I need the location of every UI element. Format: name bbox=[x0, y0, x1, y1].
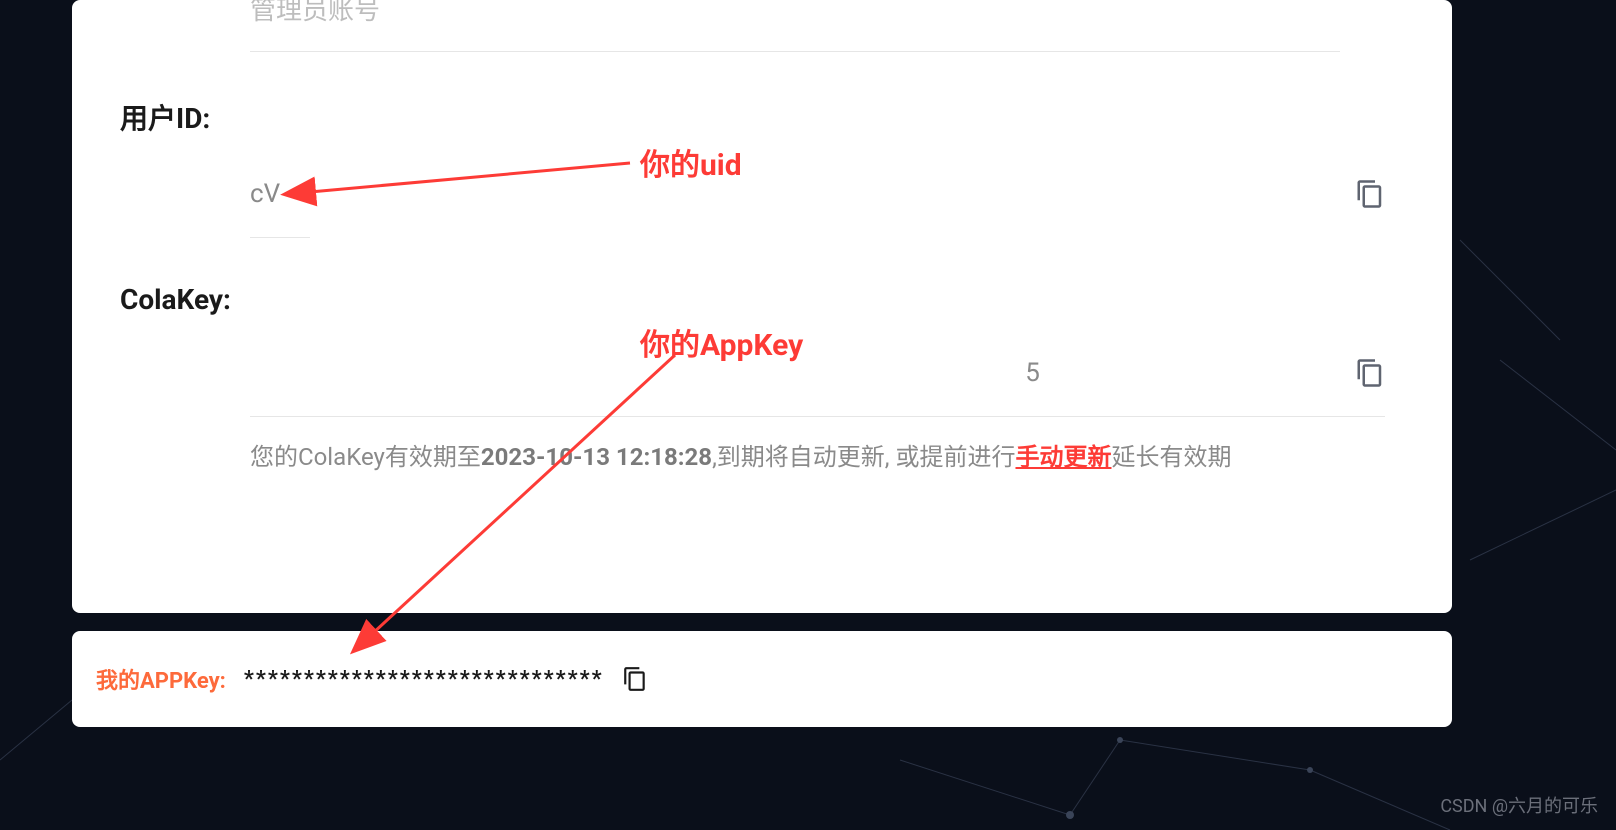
expiry-date: 2023-10-13 12:18:28 bbox=[481, 443, 712, 471]
copy-icon[interactable] bbox=[1355, 179, 1385, 209]
uid-label: 用户ID: bbox=[120, 97, 1392, 137]
expiry-mid: ,到期将自动更新, 或提前进行 bbox=[712, 443, 1015, 471]
manual-update-link[interactable]: 手动更新 bbox=[1015, 443, 1111, 471]
expiry-prefix: 您的ColaKey有效期至 bbox=[250, 443, 481, 471]
colakey-field: ColaKey: 5 您的ColaKey有效期至2023-10-13 12:18… bbox=[120, 283, 1392, 472]
main-card: 管理员账号 用户ID: cV ColaKey: 5 您的ColaKey有效期至2… bbox=[72, 0, 1452, 613]
expiry-suffix: 延长有效期 bbox=[1111, 443, 1231, 471]
copy-icon[interactable] bbox=[622, 666, 648, 692]
colakey-value-row: 5 bbox=[250, 358, 1385, 417]
colakey-value: 5 bbox=[250, 358, 1355, 388]
uid-value-row: cV bbox=[250, 179, 1385, 237]
copy-icon[interactable] bbox=[1355, 358, 1385, 388]
uid-value: cV bbox=[250, 179, 280, 209]
appkey-label: 我的APPKey: bbox=[96, 663, 226, 695]
appkey-value: ****************************** bbox=[244, 667, 604, 692]
uid-field: 用户ID: cV bbox=[120, 97, 1392, 238]
appkey-card: 我的APPKey: ****************************** bbox=[72, 631, 1452, 727]
watermark: CSDN @六月的可乐 bbox=[1440, 792, 1598, 818]
admin-account-placeholder: 管理员账号 bbox=[250, 0, 1340, 52]
colakey-label: ColaKey: bbox=[120, 283, 1392, 316]
expiry-info: 您的ColaKey有效期至2023-10-13 12:18:28,到期将自动更新… bbox=[250, 437, 1392, 472]
